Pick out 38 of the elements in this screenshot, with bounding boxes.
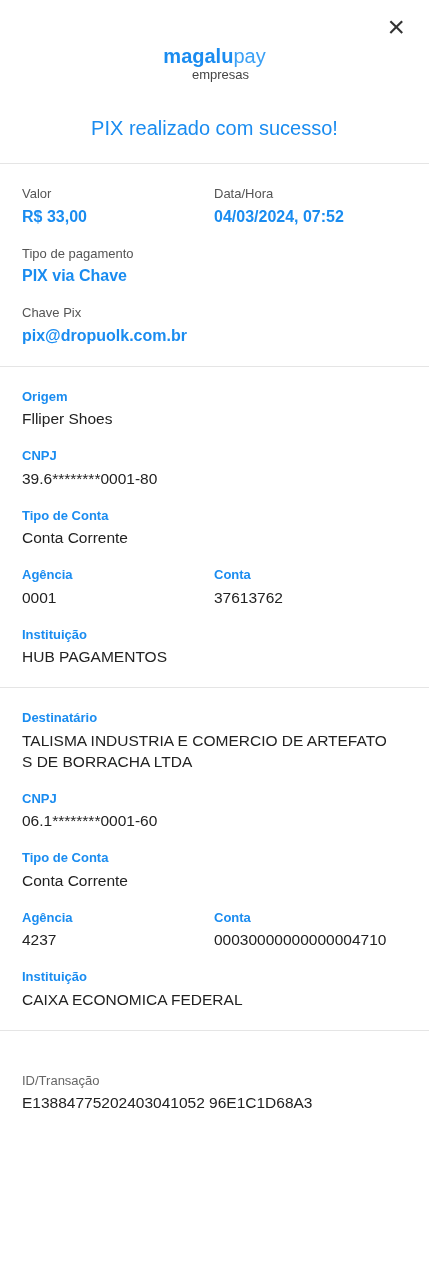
field-label: Valor xyxy=(22,185,53,203)
field-label: CNPJ xyxy=(22,789,58,808)
field-value: 37613762 xyxy=(214,587,284,608)
logo: magalupay xyxy=(163,46,266,66)
field-label: Instituição xyxy=(22,625,88,644)
logo-tagline: empresas xyxy=(191,68,250,81)
field-value: PIX via Chave xyxy=(22,266,128,286)
field-value: 04/03/2024, 07:52 xyxy=(214,206,345,227)
field-label: Tipo de pagamento xyxy=(22,244,135,263)
field-label: Tipo de Conta xyxy=(22,849,110,867)
field-label: Conta xyxy=(214,566,252,584)
field-label: Destinatário xyxy=(22,709,99,727)
field-label: CNPJ xyxy=(22,447,58,465)
field-value: 4237 xyxy=(22,930,58,950)
field-value: 00030000000000004710 xyxy=(214,930,388,950)
field-label: Origem xyxy=(22,387,69,406)
field-value: Flliper Shoes xyxy=(22,409,114,429)
field-value: 06.1********0001-60 xyxy=(22,811,159,831)
close-button[interactable]: × xyxy=(387,12,405,42)
field-value: Conta Corrente xyxy=(22,870,129,891)
field-value: E13884775202403041052 96E1C1D68A3 xyxy=(22,1093,314,1113)
success-title: PIX realizado com sucesso! xyxy=(0,113,429,164)
field-label: Chave Pix xyxy=(22,304,83,322)
field-value: 0001 xyxy=(22,587,58,608)
field-label: Agência xyxy=(22,566,74,584)
field-value: Conta Corrente xyxy=(22,528,129,548)
field-value: R$ 33,00 xyxy=(22,206,88,227)
field-label: Instituição xyxy=(22,968,88,986)
field-label: Conta xyxy=(214,908,252,927)
field-label: ID/Transação xyxy=(22,1071,101,1090)
field-label: Agência xyxy=(22,908,74,927)
field-label: Tipo de Conta xyxy=(22,506,110,525)
field-label: Data/Hora xyxy=(214,185,275,203)
field-value: CAIXA ECONOMICA FEDERAL xyxy=(22,989,244,1010)
field-value: pix@dropuolk.com.br xyxy=(22,325,188,346)
field-value: 39.6********0001-80 xyxy=(22,468,159,489)
field-value: TALISMA INDUSTRIA E COMERCIO DE ARTEFATOS DE BORRACHA LTDA xyxy=(22,730,388,772)
field-value: HUB PAGAMENTOS xyxy=(22,647,168,667)
